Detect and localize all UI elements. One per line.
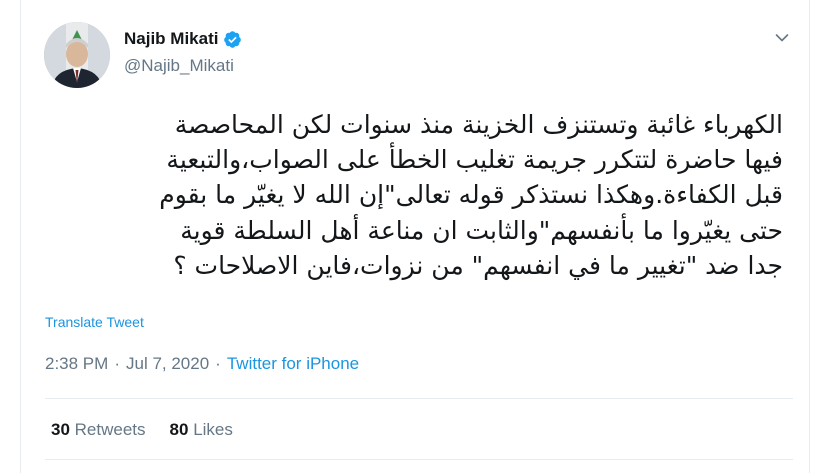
tweet-line: الكهرباء غائبة وتستنزف الخزينة منذ سنوات…	[174, 110, 783, 139]
translate-tweet-link[interactable]: Translate Tweet	[45, 314, 144, 330]
card-border-right	[809, 0, 810, 473]
tweet-text: الكهرباء غائبة وتستنزف الخزينة منذ سنوات…	[63, 107, 783, 283]
author-handle[interactable]: @Najib_Mikati	[124, 56, 234, 76]
meta-separator: ·	[215, 354, 221, 373]
tweet-line: قبل الكفاءة.وهكذا نستذكر قوله تعالى"إن ا…	[159, 180, 783, 210]
retweets-label: Retweets	[74, 420, 146, 439]
author-name[interactable]: Najib Mikati	[124, 29, 218, 49]
tweet-meta: 2:38 PM · Jul 7, 2020 · Twitter for iPhone	[45, 354, 359, 374]
tweet-stats: 30 Retweets 80 Likes	[51, 420, 233, 440]
likes-label: Likes	[193, 420, 233, 439]
card-border-left	[20, 0, 21, 473]
tweet-time[interactable]: 2:38 PM	[45, 354, 108, 373]
divider	[45, 398, 793, 399]
retweets-stat[interactable]: 30 Retweets	[51, 420, 146, 439]
likes-stat[interactable]: 80 Likes	[170, 420, 233, 439]
retweets-count: 30	[51, 420, 70, 439]
tweet-date[interactable]: Jul 7, 2020	[126, 354, 209, 373]
tweet-line: فيها حاضرة لتتكرر جريمة تغليب الخطأ على …	[166, 145, 783, 175]
likes-count: 80	[169, 420, 189, 439]
avatar[interactable]	[44, 22, 110, 88]
author-name-row[interactable]: Najib Mikati	[124, 29, 242, 49]
avatar-image	[44, 22, 110, 88]
divider	[45, 459, 793, 460]
tweet-line: حتى يغيّروا ما بأنفسهم"والثابت ان مناعة …	[180, 215, 783, 245]
tweet-line: جدا ضد "تغيير ما في انفسهم" من نزوات،فاي…	[173, 250, 783, 280]
tweet-source-link[interactable]: Twitter for iPhone	[227, 354, 359, 373]
chevron-down-icon[interactable]	[774, 30, 790, 46]
verified-badge-icon	[223, 30, 242, 49]
meta-separator: ·	[114, 354, 120, 373]
